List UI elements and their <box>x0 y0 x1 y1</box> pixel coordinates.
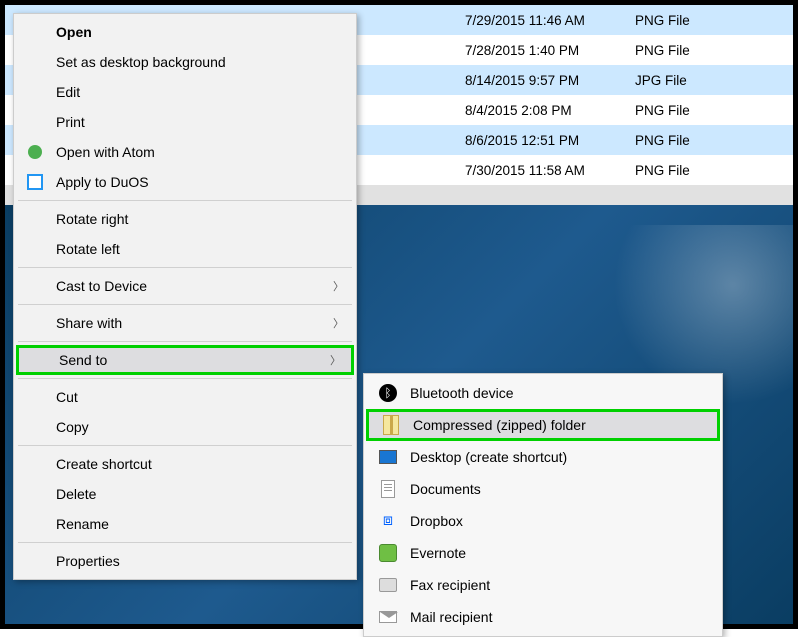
zip-folder-icon <box>381 415 401 435</box>
submenu-dropbox[interactable]: ⧈Dropbox <box>366 505 720 537</box>
menu-separator <box>18 200 352 201</box>
menu-rename[interactable]: Rename <box>16 509 354 539</box>
menu-apply-to-duos[interactable]: Apply to DuOS <box>16 167 354 197</box>
file-date: 8/6/2015 12:51 PM <box>465 133 635 148</box>
submenu-compressed-folder[interactable]: Compressed (zipped) folder <box>366 409 720 441</box>
submenu-documents[interactable]: Documents <box>366 473 720 505</box>
menu-separator <box>18 304 352 305</box>
send-to-submenu: ᛒBluetooth device Compressed (zipped) fo… <box>363 373 723 637</box>
menu-separator <box>18 267 352 268</box>
menu-separator <box>18 378 352 379</box>
menu-send-to[interactable]: Send to〉 <box>16 345 354 375</box>
submenu-mail-recipient[interactable]: Mail recipient <box>366 601 720 633</box>
menu-separator <box>18 445 352 446</box>
documents-icon <box>378 479 398 499</box>
submenu-fax-recipient[interactable]: Fax recipient <box>366 569 720 601</box>
menu-print[interactable]: Print <box>16 107 354 137</box>
menu-separator <box>18 542 352 543</box>
submenu-bluetooth[interactable]: ᛒBluetooth device <box>366 377 720 409</box>
file-type: PNG File <box>635 13 755 28</box>
menu-cut[interactable]: Cut <box>16 382 354 412</box>
menu-copy[interactable]: Copy <box>16 412 354 442</box>
menu-set-desktop-background[interactable]: Set as desktop background <box>16 47 354 77</box>
context-menu: Open Set as desktop background Edit Prin… <box>13 13 357 580</box>
evernote-icon <box>378 543 398 563</box>
submenu-desktop-shortcut[interactable]: Desktop (create shortcut) <box>366 441 720 473</box>
file-date: 7/30/2015 11:58 AM <box>465 163 635 178</box>
file-type: PNG File <box>635 133 755 148</box>
file-type: PNG File <box>635 163 755 178</box>
file-type: PNG File <box>635 103 755 118</box>
file-date: 7/28/2015 1:40 PM <box>465 43 635 58</box>
dropbox-icon: ⧈ <box>378 511 398 531</box>
menu-delete[interactable]: Delete <box>16 479 354 509</box>
menu-cast-to-device[interactable]: Cast to Device〉 <box>16 271 354 301</box>
menu-rotate-left[interactable]: Rotate left <box>16 234 354 264</box>
file-type: JPG File <box>635 73 755 88</box>
menu-properties[interactable]: Properties <box>16 546 354 576</box>
desktop-icon <box>378 447 398 467</box>
chevron-right-icon: 〉 <box>333 278 344 294</box>
menu-create-shortcut[interactable]: Create shortcut <box>16 449 354 479</box>
atom-icon <box>26 143 44 161</box>
mail-icon <box>378 607 398 627</box>
submenu-evernote[interactable]: Evernote <box>366 537 720 569</box>
file-date: 8/4/2015 2:08 PM <box>465 103 635 118</box>
menu-edit[interactable]: Edit <box>16 77 354 107</box>
menu-separator <box>18 341 352 342</box>
chevron-right-icon: 〉 <box>333 315 344 331</box>
chevron-right-icon: 〉 <box>330 352 341 368</box>
menu-open-with-atom[interactable]: Open with Atom <box>16 137 354 167</box>
file-type: PNG File <box>635 43 755 58</box>
menu-share-with[interactable]: Share with〉 <box>16 308 354 338</box>
menu-open[interactable]: Open <box>16 17 354 47</box>
menu-rotate-right[interactable]: Rotate right <box>16 204 354 234</box>
fax-icon <box>378 575 398 595</box>
file-date: 8/14/2015 9:57 PM <box>465 73 635 88</box>
duos-icon <box>26 173 44 191</box>
file-date: 7/29/2015 11:46 AM <box>465 13 635 28</box>
bluetooth-icon: ᛒ <box>378 383 398 403</box>
